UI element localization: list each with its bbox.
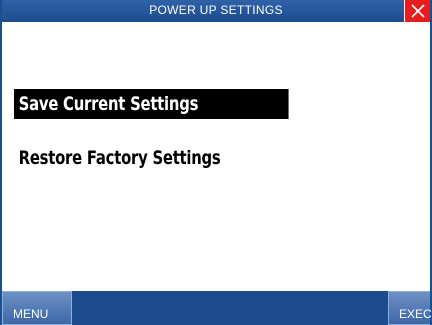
page-title: POWER UP SETTINGS <box>149 3 283 17</box>
bottom-bar: MENU EXEC <box>2 291 432 325</box>
menu-button-label: MENU <box>13 307 49 321</box>
power-up-settings-screen: POWER UP SETTINGS Save Current Settings … <box>0 0 432 325</box>
close-icon <box>411 4 425 18</box>
title-bar: POWER UP SETTINGS <box>2 0 430 22</box>
option-restore-factory-settings[interactable]: Restore Factory Settings <box>14 143 221 173</box>
exec-button-label: EXEC <box>399 307 432 321</box>
exec-button[interactable]: EXEC <box>388 291 432 325</box>
option-save-current-settings[interactable]: Save Current Settings <box>14 89 289 119</box>
menu-button[interactable]: MENU <box>2 291 72 325</box>
close-button[interactable] <box>404 0 430 22</box>
